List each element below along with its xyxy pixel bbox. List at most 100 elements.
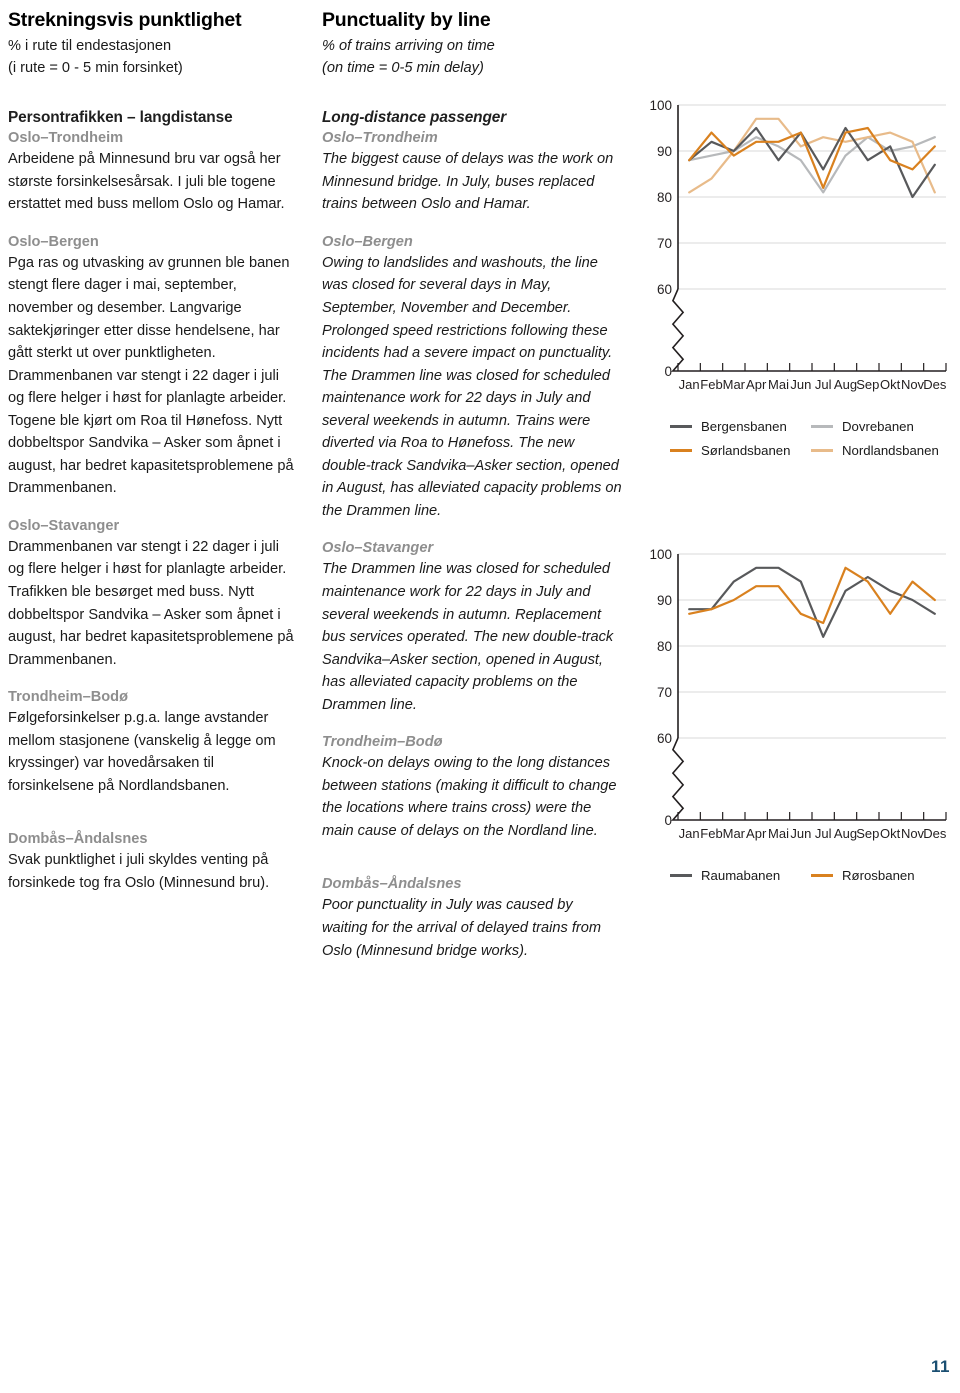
x-tick-label: Jun — [790, 826, 811, 841]
page-subtitle-no-2: (i rute = 0 - 5 min forsinket) — [8, 59, 183, 76]
section-no-1: Oslo–Bergen Pga ras og utvasking av grun… — [8, 234, 296, 500]
y-tick-label-zero: 0 — [664, 813, 672, 828]
legend-row: Sørlandsbanen Nordlandsbanen — [670, 443, 952, 458]
chart-regional-svg: 100 90 80 70 60 0 Jan Feb Mar Apr Mai Jun Jul Aug Sep O… — [649, 547, 946, 841]
section-no-0: Oslo–Trondheim Arbeidene på Minnesund br… — [8, 130, 296, 216]
y-tick-label: 100 — [649, 98, 672, 113]
legend-label: Dovrebanen — [842, 419, 914, 434]
x-tick-label: Apr — [746, 377, 767, 392]
section-en-3: Trondheim–Bodø Knock-on delays owing to … — [322, 734, 622, 842]
y-tick-label: 70 — [657, 236, 672, 251]
section-no-3: Trondheim–Bodø Følgeforsinkelser p.g.a. … — [8, 689, 296, 797]
legend-swatch-icon — [811, 874, 833, 877]
x-tick-label: Okt — [880, 377, 901, 392]
page-subtitle-no-1: % i rute til endestasjonen — [8, 38, 172, 55]
y-tick-label: 90 — [657, 593, 672, 608]
line-heading-en-0: Oslo–Trondheim — [322, 130, 438, 147]
line-heading-en-2: Oslo–Stavanger — [322, 540, 434, 557]
y-tick-label: 80 — [657, 190, 672, 205]
x-tick-label: Nov — [901, 826, 925, 841]
x-tick-label: Apr — [746, 826, 767, 841]
x-tick-label: Sep — [856, 826, 879, 841]
x-tick-label: Mai — [768, 377, 789, 392]
legend-label: Nordlandsbanen — [842, 443, 939, 458]
page-subtitle-en-1: % of trains arriving on time — [322, 38, 495, 55]
legend-label: Bergensbanen — [701, 419, 787, 434]
chart-regional-legend: Raumabanen Rørosbanen — [670, 868, 952, 883]
x-tick-label: Feb — [700, 826, 722, 841]
report-page: Strekningsvis punktlighet % i rute til e… — [0, 0, 960, 1393]
section-no-4: Dombås–Åndalsnes Svak punktlighet i juli… — [8, 831, 296, 894]
y-tick-label: 90 — [657, 144, 672, 159]
x-tick-label: Mai — [768, 826, 789, 841]
x-tick-label: Mar — [723, 826, 746, 841]
series-line — [688, 566, 936, 625]
page-title-no: Strekningsvis punktlighet — [8, 9, 242, 31]
line-body-en-2: The Drammen line was closed for schedule… — [322, 561, 614, 713]
x-tick-label: Aug — [834, 377, 857, 392]
x-tick-label: Feb — [700, 377, 722, 392]
series-line — [688, 117, 936, 194]
legend-item[interactable]: Dovrebanen — [811, 419, 952, 434]
x-tick-label: Mar — [723, 377, 746, 392]
x-tick-label: Jun — [790, 377, 811, 392]
line-heading-en-4: Dombås–Åndalsnes — [322, 876, 462, 893]
line-heading-no-4: Dombås–Åndalsnes — [8, 831, 148, 848]
line-body-en-4: Poor punctuality in July was caused by w… — [322, 897, 602, 959]
legend-swatch-icon — [670, 874, 692, 877]
legend-swatch-icon — [670, 449, 692, 452]
y-tick-label-zero: 0 — [664, 364, 672, 379]
x-tick-label: Okt — [880, 826, 901, 841]
group-heading-en: Long-distance passenger — [322, 109, 507, 127]
group-heading-no: Persontrafikken – langdistanse — [8, 109, 233, 127]
line-body-en-1: Owing to landslides and washouts, the li… — [322, 254, 622, 519]
y-tick-label: 60 — [657, 731, 672, 746]
line-body-en-3: Knock-on delays owing to the long distan… — [322, 755, 617, 839]
legend-label: Raumabanen — [701, 868, 781, 883]
line-heading-no-2: Oslo–Stavanger — [8, 517, 120, 534]
line-body-no-0: Arbeidene på Minnesund bru var også her … — [8, 151, 285, 213]
line-body-no-4: Svak punktlighet i juli skyldes venting … — [8, 852, 270, 891]
legend-swatch-icon — [811, 425, 833, 428]
x-tick-label: Jul — [815, 826, 832, 841]
section-en-0: Oslo–Trondheim The biggest cause of dela… — [322, 130, 622, 216]
legend-label: Rørosbanen — [842, 868, 915, 883]
legend-swatch-icon — [670, 425, 692, 428]
legend-row: Bergensbanen Dovrebanen — [670, 419, 952, 434]
section-en-2: Oslo–Stavanger The Drammen line was clos… — [322, 540, 622, 716]
line-body-no-3: Følgeforsinkelser p.g.a. lange avstander… — [8, 710, 276, 794]
page-subtitle-en-2: (on time = 0-5 min delay) — [322, 59, 484, 76]
chart-regional: 100 90 80 70 60 0 Jan Feb Mar Apr Mai Jun Jul Aug Sep O… — [640, 542, 952, 862]
line-body-no-2: Drammenbanen var stengt i 22 dager i jul… — [8, 538, 294, 668]
x-tick-label: Nov — [901, 377, 925, 392]
legend-item[interactable]: Raumabanen — [670, 868, 811, 883]
line-heading-en-1: Oslo–Bergen — [322, 233, 413, 250]
y-tick-label: 100 — [649, 547, 672, 562]
page-number: 11 — [931, 1357, 950, 1376]
legend-item[interactable]: Bergensbanen — [670, 419, 811, 434]
x-tick-label: Jul — [815, 377, 832, 392]
charts-column: 100 90 80 70 60 0 Jan Feb Mar Apr Mai Jun Jul Aug Sep O… — [640, 8, 952, 892]
x-tick-label: Jan — [679, 377, 700, 392]
section-en-1: Oslo–Bergen Owing to landslides and wash… — [322, 234, 622, 523]
legend-label: Sørlandsbanen — [701, 443, 791, 458]
x-tick-label: Jan — [679, 826, 700, 841]
line-body-no-1: Pga ras og utvasking av grunnen ble bane… — [8, 254, 294, 497]
legend-item[interactable]: Nordlandsbanen — [811, 443, 952, 458]
y-tick-label: 60 — [657, 282, 672, 297]
y-tick-label: 80 — [657, 639, 672, 654]
legend-swatch-icon — [811, 449, 833, 452]
y-tick-label: 70 — [657, 685, 672, 700]
legend-item[interactable]: Rørosbanen — [811, 868, 952, 883]
chart-long-distance: 100 90 80 70 60 0 Jan Feb Mar Apr Mai Jun Jul Aug Sep O… — [640, 93, 952, 413]
chart-long-distance-legend: Bergensbanen Dovrebanen Sørlandsbanen Nordl… — [670, 419, 952, 458]
x-tick-label: Sep — [856, 377, 879, 392]
x-tick-label: Des — [923, 377, 947, 392]
page-title-en: Punctuality by line — [322, 9, 491, 31]
chart-long-distance-svg: 100 90 80 70 60 0 Jan Feb Mar Apr Mai Jun Jul Aug Sep O… — [649, 98, 947, 392]
legend-item[interactable]: Sørlandsbanen — [670, 443, 811, 458]
line-heading-en-3: Trondheim–Bodø — [322, 734, 443, 751]
line-heading-no-3: Trondheim–Bodø — [8, 689, 128, 706]
line-body-en-0: The biggest cause of delays was the work… — [322, 151, 614, 213]
legend-row: Raumabanen Rørosbanen — [670, 868, 952, 883]
